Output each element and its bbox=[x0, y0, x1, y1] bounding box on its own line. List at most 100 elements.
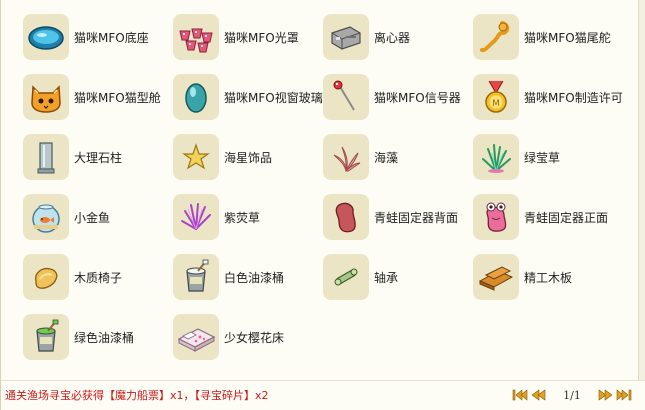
white-paint-bucket-icon bbox=[186, 259, 209, 292]
goldfish-bowl-icon bbox=[32, 204, 60, 233]
item-slot[interactable]: 小金鱼 bbox=[23, 194, 173, 240]
gold-medal-icon: M bbox=[485, 80, 507, 113]
grey-machine-icon bbox=[331, 26, 361, 50]
item-tile[interactable] bbox=[23, 254, 69, 300]
item-list-panel: 猫咪MFO底座 猫咪MFO光罩 离心器 猫咪MFO猫尾舵猫咪MFO猫型舱 猫咪MFO视窗… bbox=[0, 0, 645, 410]
item-slot[interactable]: 绿色油漆桶 bbox=[23, 314, 173, 360]
item-slot[interactable]: 轴承 bbox=[323, 254, 473, 300]
orange-tail-icon bbox=[480, 21, 510, 53]
item-tile[interactable] bbox=[173, 134, 219, 180]
item-label: 青蛙固定器背面 bbox=[374, 210, 459, 225]
item-slot[interactable]: 大理石柱 bbox=[23, 134, 173, 180]
item-tile[interactable] bbox=[23, 134, 69, 180]
bearing-icon bbox=[334, 268, 358, 286]
starfish-icon bbox=[182, 143, 210, 170]
orange-cat-face-icon bbox=[31, 85, 61, 113]
item-slot[interactable]: 木质椅子 bbox=[23, 254, 173, 300]
item-tile[interactable] bbox=[473, 134, 519, 180]
item-slot[interactable]: 猫咪MFO信号器 bbox=[323, 74, 473, 120]
item-slot[interactable]: 少女樱花床 bbox=[173, 314, 323, 360]
item-tile[interactable] bbox=[323, 194, 369, 240]
item-label: 小金鱼 bbox=[74, 210, 111, 225]
reward-text: 通关渔场寻宝必获得【魔力船票】x1，【寻宝碎片】x2 bbox=[5, 389, 269, 402]
item-label: 木质椅子 bbox=[74, 270, 123, 285]
item-slot[interactable]: 绿莹草 bbox=[473, 134, 623, 180]
item-slot[interactable]: 白色油漆桶 bbox=[173, 254, 323, 300]
item-label: 猫咪MFO光罩 bbox=[224, 30, 299, 45]
next-page-button[interactable] bbox=[597, 388, 615, 402]
item-slot[interactable]: 猫咪MFO底座 bbox=[23, 14, 173, 60]
item-tile[interactable] bbox=[23, 314, 69, 360]
marble-pillar-icon bbox=[37, 142, 55, 174]
footer-bar: 通关渔场寻宝必获得【魔力船票】x1，【寻宝碎片】x2 1/1 bbox=[1, 380, 645, 410]
scrollbar[interactable] bbox=[638, 0, 645, 380]
item-slot[interactable]: 海星饰品 bbox=[173, 134, 323, 180]
green-grass-icon bbox=[482, 144, 511, 173]
item-label: 猫咪MFO猫尾舵 bbox=[524, 30, 611, 45]
prev-page-icon bbox=[531, 389, 546, 401]
next-page-icon bbox=[598, 389, 613, 401]
item-slot[interactable]: 猫咪MFO猫尾舵 bbox=[473, 14, 623, 60]
item-label: 精工木板 bbox=[524, 270, 573, 285]
item-slot[interactable]: 青蛙固定器正面 bbox=[473, 194, 623, 240]
item-tile[interactable] bbox=[323, 74, 369, 120]
item-label: 猫咪MFO猫型舱 bbox=[74, 90, 161, 105]
item-label: 少女樱花床 bbox=[224, 330, 285, 345]
item-tile[interactable] bbox=[23, 194, 69, 240]
item-tile[interactable] bbox=[323, 14, 369, 60]
purple-grass-icon bbox=[181, 203, 211, 230]
item-label: 海藻 bbox=[374, 150, 399, 165]
wooden-chair-icon bbox=[35, 267, 58, 289]
item-slot[interactable]: 青蛙固定器背面 bbox=[323, 194, 473, 240]
item-slot[interactable]: 海藻 bbox=[323, 134, 473, 180]
sakura-bed-icon bbox=[177, 328, 216, 352]
svg-text:M: M bbox=[492, 99, 500, 109]
prev-page-button[interactable] bbox=[529, 388, 547, 402]
last-page-icon bbox=[616, 389, 632, 401]
item-label: 绿色油漆桶 bbox=[74, 330, 135, 345]
item-tile[interactable] bbox=[173, 74, 219, 120]
item-tile[interactable] bbox=[323, 254, 369, 300]
item-tile[interactable] bbox=[323, 134, 369, 180]
item-slot[interactable]: 猫咪MFO猫型舱 bbox=[23, 74, 173, 120]
item-grid: 猫咪MFO底座 猫咪MFO光罩 离心器 猫咪MFO猫尾舵猫咪MFO猫型舱 猫咪MFO视窗… bbox=[23, 14, 623, 374]
wood-planks-icon bbox=[478, 266, 514, 291]
teal-egg-glass-icon bbox=[185, 83, 207, 113]
item-tile[interactable] bbox=[23, 74, 69, 120]
item-tile[interactable]: M bbox=[473, 74, 519, 120]
item-label: 绿莹草 bbox=[524, 150, 561, 165]
item-tile[interactable] bbox=[473, 254, 519, 300]
frog-holder-front-icon bbox=[486, 202, 507, 232]
item-slot[interactable]: 紫荧草 bbox=[173, 194, 323, 240]
red-antenna-icon bbox=[333, 80, 355, 111]
item-slot[interactable]: 猫咪MFO光罩 bbox=[173, 14, 323, 60]
item-label: 紫荧草 bbox=[224, 210, 261, 225]
item-label: 猫咪MFO信号器 bbox=[374, 90, 461, 105]
item-label: 白色油漆桶 bbox=[224, 270, 285, 285]
item-label: 猫咪MFO制造许可 bbox=[524, 90, 623, 105]
item-tile[interactable] bbox=[173, 194, 219, 240]
item-tile[interactable] bbox=[173, 314, 219, 360]
pink-cups-icon bbox=[179, 28, 213, 53]
item-label: 猫咪MFO视窗玻璃 bbox=[224, 90, 323, 105]
item-tile[interactable] bbox=[23, 14, 69, 60]
last-page-button[interactable] bbox=[615, 388, 633, 402]
item-slot[interactable]: 精工木板 bbox=[473, 254, 623, 300]
item-slot[interactable]: 离心器 bbox=[323, 14, 473, 60]
item-label: 猫咪MFO底座 bbox=[74, 30, 149, 45]
item-tile[interactable] bbox=[473, 194, 519, 240]
green-paint-bucket-icon bbox=[36, 319, 59, 352]
item-tile[interactable] bbox=[473, 14, 519, 60]
item-label: 海星饰品 bbox=[224, 150, 273, 165]
first-page-button[interactable] bbox=[511, 388, 529, 402]
item-slot[interactable]: M 猫咪MFO制造许可 bbox=[473, 74, 623, 120]
page-indicator: 1/1 bbox=[563, 388, 581, 402]
seaweed-icon bbox=[333, 146, 361, 172]
item-label: 大理石柱 bbox=[74, 150, 123, 165]
item-slot[interactable]: 猫咪MFO视窗玻璃 bbox=[173, 74, 323, 120]
item-label: 轴承 bbox=[374, 270, 399, 285]
pagination: 1/1 bbox=[511, 387, 633, 403]
item-tile[interactable] bbox=[173, 14, 219, 60]
item-label: 离心器 bbox=[374, 30, 411, 45]
item-tile[interactable] bbox=[173, 254, 219, 300]
